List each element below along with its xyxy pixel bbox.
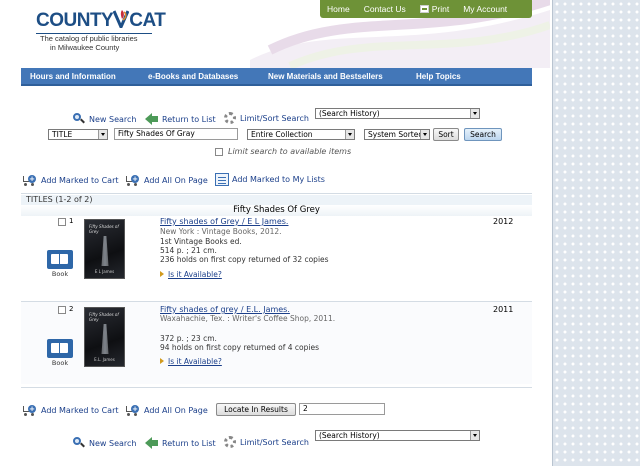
result-2-extent: 372 p. ; 23 cm. (160, 334, 217, 343)
add-marked-to-my-lists-button[interactable]: Add Marked to My Lists (215, 172, 325, 186)
cart-add-icon: + (21, 404, 39, 416)
return-to-list-link[interactable]: Return to List (145, 113, 216, 125)
chevron-down-icon (470, 431, 479, 440)
divider (21, 387, 532, 388)
site-header: COUNTY CAT The catalog of public librarie… (0, 0, 552, 68)
chevron-down-icon (98, 130, 107, 139)
gear-icon (223, 112, 237, 124)
add-all-on-page-button-bottom[interactable]: + Add All On Page (124, 404, 208, 416)
search-button[interactable]: Search (464, 128, 502, 141)
result-1-edition: 1st Vintage Books ed. (160, 237, 242, 246)
nav-new-materials[interactable]: New Materials and Bestsellers (268, 72, 383, 81)
logo-cat-text: CAT (129, 10, 166, 31)
limit-sort-search-link-bottom[interactable]: Limit/Sort Search (223, 436, 309, 448)
topnav-print[interactable]: Print (413, 0, 456, 18)
book-format-icon (47, 339, 73, 358)
cart-add-icon: + (124, 404, 142, 416)
result-1-checkbox[interactable] (58, 218, 66, 226)
back-arrow-icon (145, 437, 159, 449)
limit-available-checkbox[interactable] (215, 148, 223, 156)
result-2-checkbox[interactable] (58, 306, 66, 314)
result-1-extent: 514 p. ; 21 cm. (160, 246, 217, 255)
cart-add-icon: + (124, 174, 142, 186)
topnav-contact-us[interactable]: Contact Us (357, 0, 413, 18)
divider (21, 193, 532, 194)
countycat-logo[interactable]: COUNTY CAT The catalog of public librarie… (36, 10, 176, 52)
result-2-number: 2 (69, 305, 74, 313)
locate-in-results-button[interactable]: Locate In Results (216, 403, 296, 416)
collection-select[interactable]: Entire Collection (247, 129, 355, 140)
result-1-format-label: Book (51, 270, 69, 278)
nav-ebooks-databases[interactable]: e-Books and Databases (148, 72, 238, 81)
magnifier-icon (72, 113, 86, 125)
search-query-input[interactable]: Fifty Shades Of Gray (114, 128, 238, 140)
result-1-publisher: New York : Vintage Books, 2012. (160, 227, 282, 236)
nav-help-topics[interactable]: Help Topics (416, 72, 461, 81)
nav-hours-information[interactable]: Hours and Information (30, 72, 116, 81)
limit-sort-search-link[interactable]: Limit/Sort Search (223, 112, 309, 124)
result-2-year: 2011 (493, 305, 514, 314)
expand-triangle-icon (160, 358, 164, 364)
cart-add-icon: + (21, 174, 39, 186)
result-2-holds: 94 holds on first copy returned of 4 cop… (160, 343, 320, 352)
topnav-home[interactable]: Home (320, 0, 357, 18)
search-history-select-bottom[interactable]: (Search History) (315, 430, 480, 441)
magnifier-icon (72, 437, 86, 449)
result-1-cover-image[interactable]: Fifty Shades of Grey E L James (84, 219, 125, 279)
gear-icon (223, 436, 237, 448)
search-history-select[interactable]: (Search History) (315, 108, 480, 119)
result-2-publisher: Waxahachie, Tex. : Writer's Coffee Shop,… (160, 314, 336, 323)
add-marked-to-cart-button[interactable]: + Add Marked to Cart (21, 174, 119, 186)
result-2-format-label: Book (51, 359, 69, 367)
return-to-list-link-bottom[interactable]: Return to List (145, 437, 216, 449)
sort-button[interactable]: Sort (433, 128, 459, 141)
result-1-year: 2012 (493, 217, 514, 226)
add-marked-to-cart-button-bottom[interactable]: + Add Marked to Cart (21, 404, 119, 416)
catalog-page: COUNTY CAT The catalog of public librarie… (0, 0, 552, 466)
results-subheading: Fifty Shades Of Grey (21, 205, 532, 216)
top-utility-nav: Home Contact Us Print My Account (320, 0, 532, 18)
chevron-down-icon (420, 130, 429, 139)
topnav-my-account[interactable]: My Account (456, 0, 514, 18)
result-actions-top: + Add Marked to Cart (21, 173, 119, 187)
logo-tagline: The catalog of public libraries in Milwa… (36, 33, 152, 52)
new-search-link[interactable]: New Search (72, 113, 136, 125)
logo-v-flame-icon (113, 10, 130, 28)
add-all-on-page-button[interactable]: + Add All On Page (124, 174, 208, 186)
result-1-title-link[interactable]: Fifty shades of Grey / E L James. (160, 217, 288, 226)
limit-available-label: Limit search to available items (228, 147, 352, 156)
logo-county-text: COUNTY (36, 10, 114, 31)
search-field-select[interactable]: TITLE (48, 129, 108, 140)
new-search-link-bottom[interactable]: New Search (72, 437, 136, 449)
result-1-holds: 236 holds on first copy returned of 32 c… (160, 255, 329, 264)
result-2-title-link[interactable]: Fifty shades of grey / E.L. James. (160, 305, 290, 314)
book-format-icon (47, 250, 73, 269)
locate-number-input[interactable]: 2 (299, 403, 385, 415)
page-background-panel (552, 0, 640, 466)
result-2-cover-image[interactable]: Fifty Shades of Grey E.L. James (84, 307, 125, 367)
titles-count-bar: TITLES (1-2 of 2) (21, 195, 532, 205)
chevron-down-icon (345, 130, 354, 139)
back-arrow-icon (145, 113, 159, 125)
expand-triangle-icon (160, 271, 164, 277)
list-add-icon (215, 172, 229, 186)
main-navigation: Hours and Information e-Books and Databa… (21, 68, 532, 86)
printer-icon (419, 5, 429, 13)
sort-order-select[interactable]: System Sorted (364, 129, 430, 140)
chevron-down-icon (470, 109, 479, 118)
result-1-number: 1 (69, 217, 74, 225)
result-2-availability-link[interactable]: Is it Available? (168, 357, 222, 366)
result-1-availability-link[interactable]: Is it Available? (168, 270, 222, 279)
